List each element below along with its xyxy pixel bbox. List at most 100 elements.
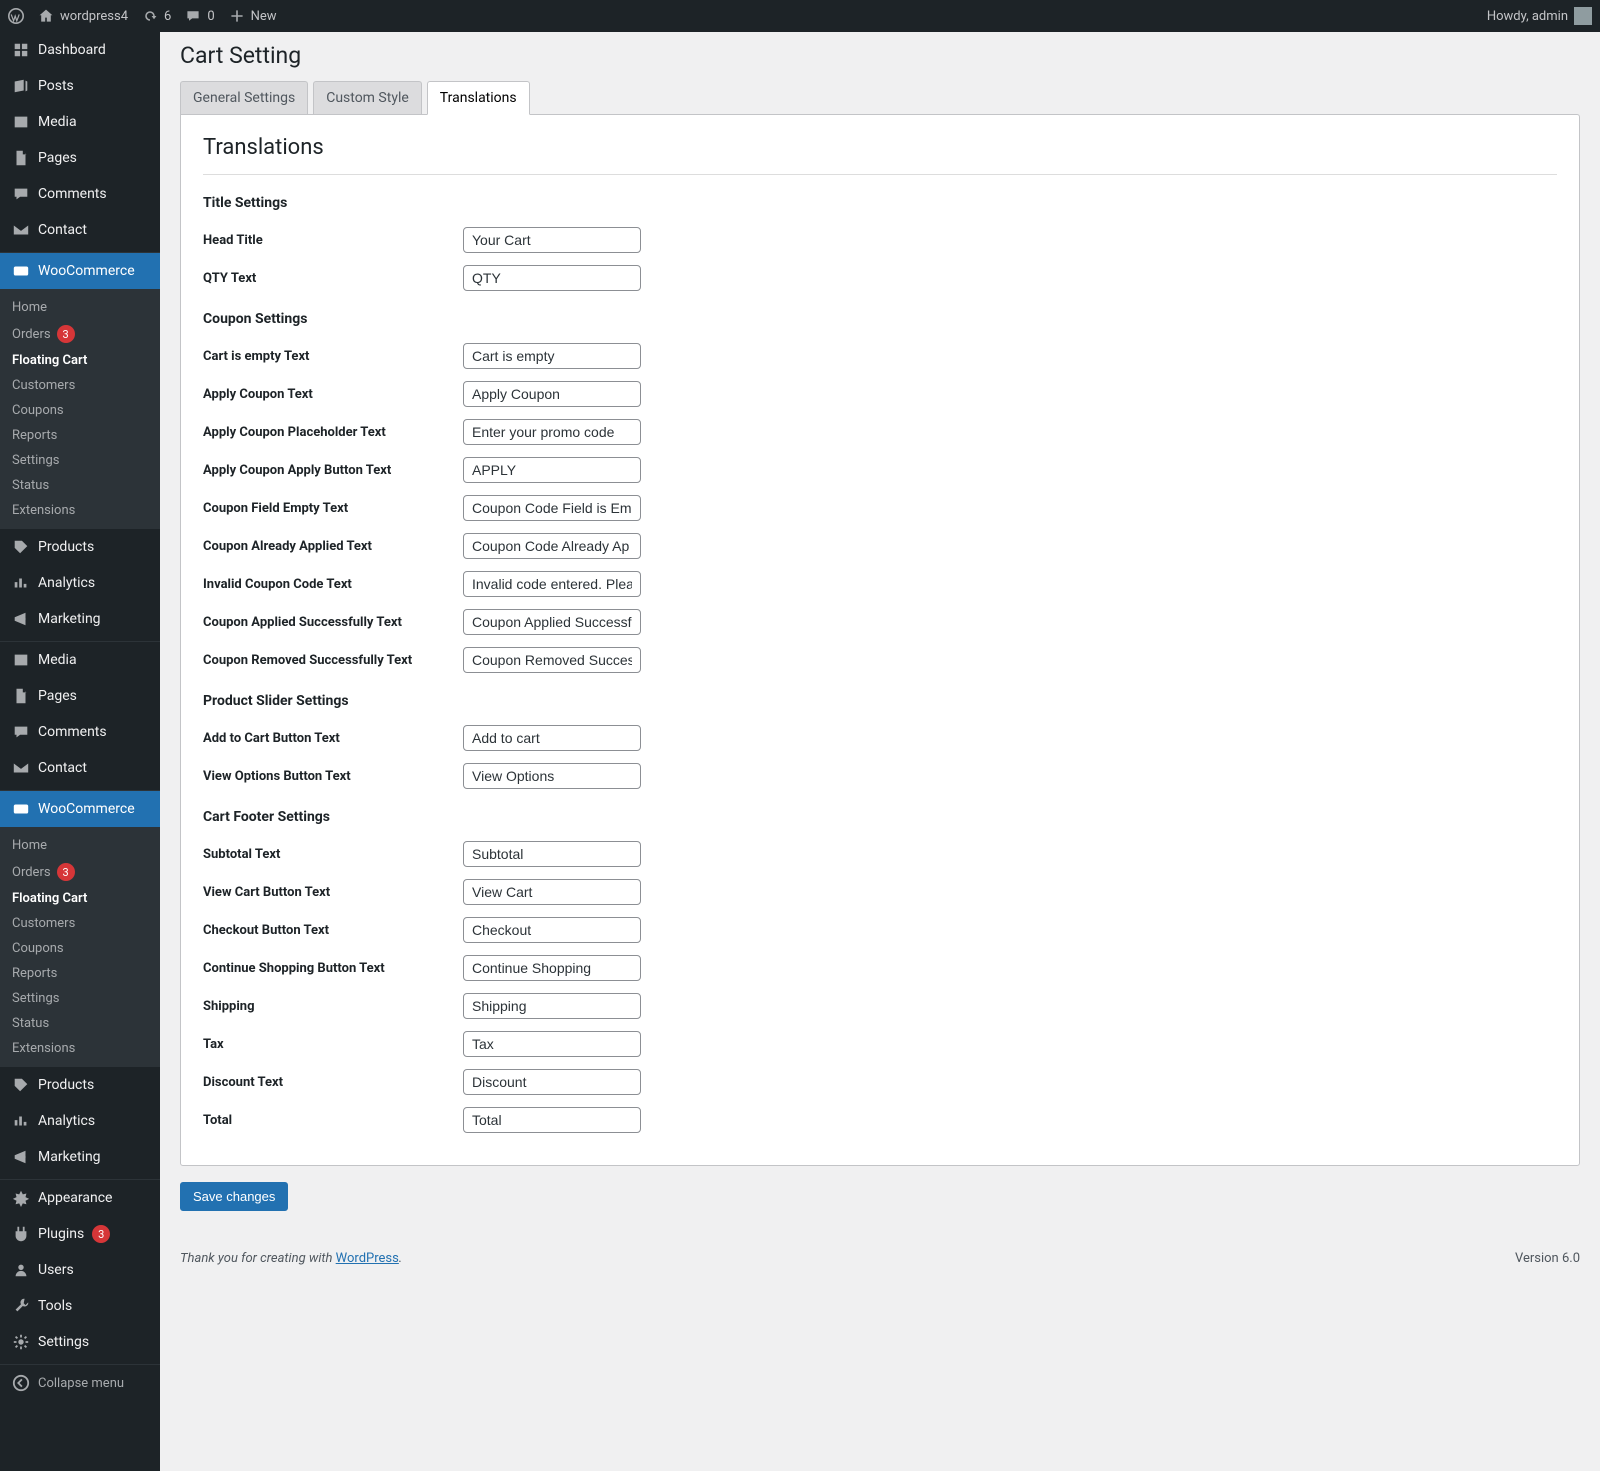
sidebar-item-pages[interactable]: Pages — [0, 140, 160, 176]
field-label: Coupon Applied Successfully Text — [203, 615, 463, 630]
submenu-item-customers[interactable]: Customers — [0, 373, 160, 398]
sidebar-item-analytics[interactable]: Analytics — [0, 565, 160, 601]
sidebar-item-woocommerce[interactable]: WooCommerce — [0, 791, 160, 827]
tab-custom-style[interactable]: Custom Style — [313, 81, 422, 114]
text-input[interactable] — [463, 993, 641, 1019]
text-input[interactable] — [463, 227, 641, 253]
submenu-label: Orders — [12, 865, 51, 880]
submenu-item-coupons[interactable]: Coupons — [0, 398, 160, 423]
field-label: Head Title — [203, 233, 463, 248]
sidebar-item-posts[interactable]: Posts — [0, 68, 160, 104]
sidebar-item-comments[interactable]: Comments — [0, 176, 160, 212]
text-input[interactable] — [463, 571, 641, 597]
text-input[interactable] — [463, 265, 641, 291]
sidebar-item-media[interactable]: Media — [0, 642, 160, 678]
submenu-item-extensions[interactable]: Extensions — [0, 1036, 160, 1061]
submenu-item-home[interactable]: Home — [0, 833, 160, 858]
text-input[interactable] — [463, 841, 641, 867]
submenu-item-floating-cart[interactable]: Floating Cart — [0, 886, 160, 911]
sidebar-item-appearance[interactable]: Appearance — [0, 1180, 160, 1216]
sidebar-label: Dashboard — [38, 42, 106, 58]
tab-translations[interactable]: Translations — [427, 81, 530, 115]
field-label: Coupon Field Empty Text — [203, 501, 463, 516]
sidebar-item-settings[interactable]: Settings — [0, 1324, 160, 1360]
collapse-menu[interactable]: Collapse menu — [0, 1365, 160, 1401]
submenu-item-orders[interactable]: Orders3 — [0, 320, 160, 348]
sidebar-item-media[interactable]: Media — [0, 104, 160, 140]
submenu-label: Coupons — [12, 941, 64, 956]
text-input[interactable] — [463, 917, 641, 943]
field-label: Coupon Removed Successfully Text — [203, 653, 463, 668]
text-input[interactable] — [463, 647, 641, 673]
field-label: Discount Text — [203, 1075, 463, 1090]
site-link[interactable]: wordpress4 — [38, 8, 128, 24]
submenu-item-reports[interactable]: Reports — [0, 961, 160, 986]
text-input[interactable] — [463, 457, 641, 483]
sidebar-label: Comments — [38, 186, 107, 202]
sidebar-item-contact[interactable]: Contact — [0, 750, 160, 786]
new-link[interactable]: New — [229, 8, 277, 24]
sidebar-label: Appearance — [38, 1190, 112, 1206]
field-row: Shipping — [203, 993, 1557, 1019]
sidebar-item-dashboard[interactable]: Dashboard — [0, 32, 160, 68]
sidebar-item-marketing[interactable]: Marketing — [0, 1139, 160, 1175]
field-row: View Cart Button Text — [203, 879, 1557, 905]
text-input[interactable] — [463, 419, 641, 445]
adminbar-comment-count: 0 — [207, 9, 214, 24]
submenu-item-settings[interactable]: Settings — [0, 448, 160, 473]
sidebar-item-comments[interactable]: Comments — [0, 714, 160, 750]
submenu-item-reports[interactable]: Reports — [0, 423, 160, 448]
wordpress-link[interactable]: WordPress — [336, 1251, 399, 1266]
submenu-item-floating-cart[interactable]: Floating Cart — [0, 348, 160, 373]
sidebar-label: Analytics — [38, 1113, 95, 1129]
comments-link[interactable]: 0 — [185, 8, 214, 24]
sidebar-item-products[interactable]: Products — [0, 1067, 160, 1103]
text-input[interactable] — [463, 495, 641, 521]
sidebar-item-marketing[interactable]: Marketing — [0, 601, 160, 637]
sidebar-item-products[interactable]: Products — [0, 529, 160, 565]
text-input[interactable] — [463, 343, 641, 369]
field-row: Coupon Removed Successfully Text — [203, 647, 1557, 673]
updates-link[interactable]: 6 — [142, 8, 171, 24]
sidebar-item-tools[interactable]: Tools — [0, 1288, 160, 1324]
submenu-item-extensions[interactable]: Extensions — [0, 498, 160, 523]
sidebar-item-woocommerce[interactable]: WooCommerce — [0, 253, 160, 289]
sidebar-item-users[interactable]: Users — [0, 1252, 160, 1288]
text-input[interactable] — [463, 725, 641, 751]
text-input[interactable] — [463, 609, 641, 635]
text-input[interactable] — [463, 533, 641, 559]
submenu-label: Customers — [12, 916, 75, 931]
submenu-label: Reports — [12, 966, 57, 981]
count-badge: 3 — [57, 325, 75, 343]
tab-general-settings[interactable]: General Settings — [180, 81, 308, 114]
text-input[interactable] — [463, 879, 641, 905]
submenu-item-status[interactable]: Status — [0, 1011, 160, 1036]
submenu-label: Status — [12, 478, 49, 493]
account-link[interactable]: Howdy, admin — [1487, 7, 1592, 25]
submenu-label: Extensions — [12, 503, 75, 518]
sidebar-item-pages[interactable]: Pages — [0, 678, 160, 714]
text-input[interactable] — [463, 763, 641, 789]
wp-logo[interactable] — [8, 8, 24, 24]
submenu-item-settings[interactable]: Settings — [0, 986, 160, 1011]
text-input[interactable] — [463, 1107, 641, 1133]
text-input[interactable] — [463, 381, 641, 407]
field-row: Apply Coupon Apply Button Text — [203, 457, 1557, 483]
submenu-item-coupons[interactable]: Coupons — [0, 936, 160, 961]
text-input[interactable] — [463, 1069, 641, 1095]
sidebar-item-analytics[interactable]: Analytics — [0, 1103, 160, 1139]
submenu-item-orders[interactable]: Orders3 — [0, 858, 160, 886]
submenu-item-customers[interactable]: Customers — [0, 911, 160, 936]
text-input[interactable] — [463, 955, 641, 981]
sidebar-label: Contact — [38, 222, 87, 238]
field-label: Apply Coupon Placeholder Text — [203, 425, 463, 440]
admin-footer: Thank you for creating with WordPress. V… — [180, 1251, 1580, 1266]
group-heading: Coupon Settings — [203, 311, 1557, 327]
sidebar-item-plugins[interactable]: Plugins3 — [0, 1216, 160, 1252]
submenu-item-home[interactable]: Home — [0, 295, 160, 320]
howdy-text: Howdy, admin — [1487, 9, 1568, 24]
sidebar-item-contact[interactable]: Contact — [0, 212, 160, 248]
submenu-item-status[interactable]: Status — [0, 473, 160, 498]
save-changes-button[interactable]: Save changes — [180, 1182, 288, 1211]
text-input[interactable] — [463, 1031, 641, 1057]
